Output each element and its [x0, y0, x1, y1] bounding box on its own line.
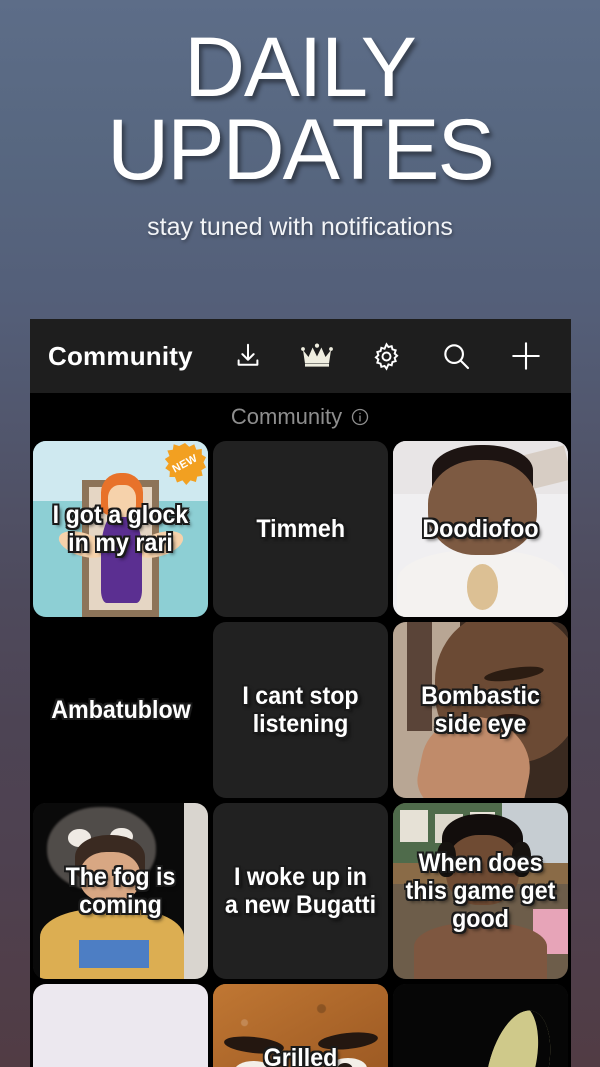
- download-icon[interactable]: [223, 331, 273, 381]
- community-grid[interactable]: I got a glock in my rari NEW Timmeh Doodiof…: [30, 441, 571, 1067]
- community-tile[interactable]: When does this game get good: [393, 803, 568, 979]
- community-tile[interactable]: I got a glock in my rari NEW: [33, 441, 208, 617]
- tile-label: Grilled cheese: [263, 1044, 338, 1067]
- promo-title-line2: UPDATES: [107, 102, 495, 199]
- community-tile[interactable]: The fog is coming: [33, 803, 208, 979]
- tile-thumbnail: [33, 984, 208, 1067]
- tile-label: Ambatublow: [50, 696, 191, 724]
- community-tile[interactable]: I woke up in a new Bugatti: [213, 803, 388, 979]
- community-tile[interactable]: Timmeh: [213, 441, 388, 617]
- new-badge: NEW: [164, 443, 206, 485]
- app-bar-title: Community: [48, 340, 193, 371]
- community-tile[interactable]: Bombastic side eye: [393, 622, 568, 798]
- promo-title-line1: DAILY: [184, 20, 417, 114]
- section-label: Community: [230, 404, 343, 429]
- promo-subtitle: stay tuned with notifications: [147, 212, 453, 241]
- info-icon[interactable]: [350, 407, 370, 427]
- app-screenshot: Community Community I got a glock in my …: [30, 319, 571, 1067]
- search-icon[interactable]: [431, 331, 481, 381]
- section-header: Community: [30, 393, 571, 441]
- tile-label: Doodiofoo: [422, 515, 539, 543]
- community-tile[interactable]: [33, 984, 208, 1067]
- promo-banner: DAILY UPDATES stay tuned with notificati…: [0, 0, 600, 242]
- community-tile[interactable]: Grilled cheese: [213, 984, 388, 1067]
- tile-label: I cant stop listening: [242, 682, 359, 738]
- gear-icon[interactable]: [362, 331, 412, 381]
- community-tile[interactable]: Ambatublow: [33, 622, 208, 798]
- community-tile[interactable]: Doodiofoo: [393, 441, 568, 617]
- tile-label: Timmeh: [256, 515, 345, 543]
- community-tile[interactable]: [393, 984, 568, 1067]
- tile-label: I woke up in a new Bugatti: [224, 863, 377, 919]
- tile-label: I got a glock in my rari: [52, 501, 189, 557]
- app-bar: Community: [30, 319, 571, 393]
- tile-label: The fog is coming: [65, 863, 176, 919]
- tile-thumbnail: [393, 984, 568, 1067]
- plus-icon[interactable]: [501, 331, 551, 381]
- new-badge-label: NEW: [170, 452, 200, 476]
- community-tile[interactable]: I cant stop listening: [213, 622, 388, 798]
- app-bar-actions: [223, 331, 555, 381]
- crown-icon[interactable]: [292, 331, 342, 381]
- tile-label: Bombastic side eye: [421, 682, 540, 738]
- tile-label: When does this game get good: [405, 849, 556, 933]
